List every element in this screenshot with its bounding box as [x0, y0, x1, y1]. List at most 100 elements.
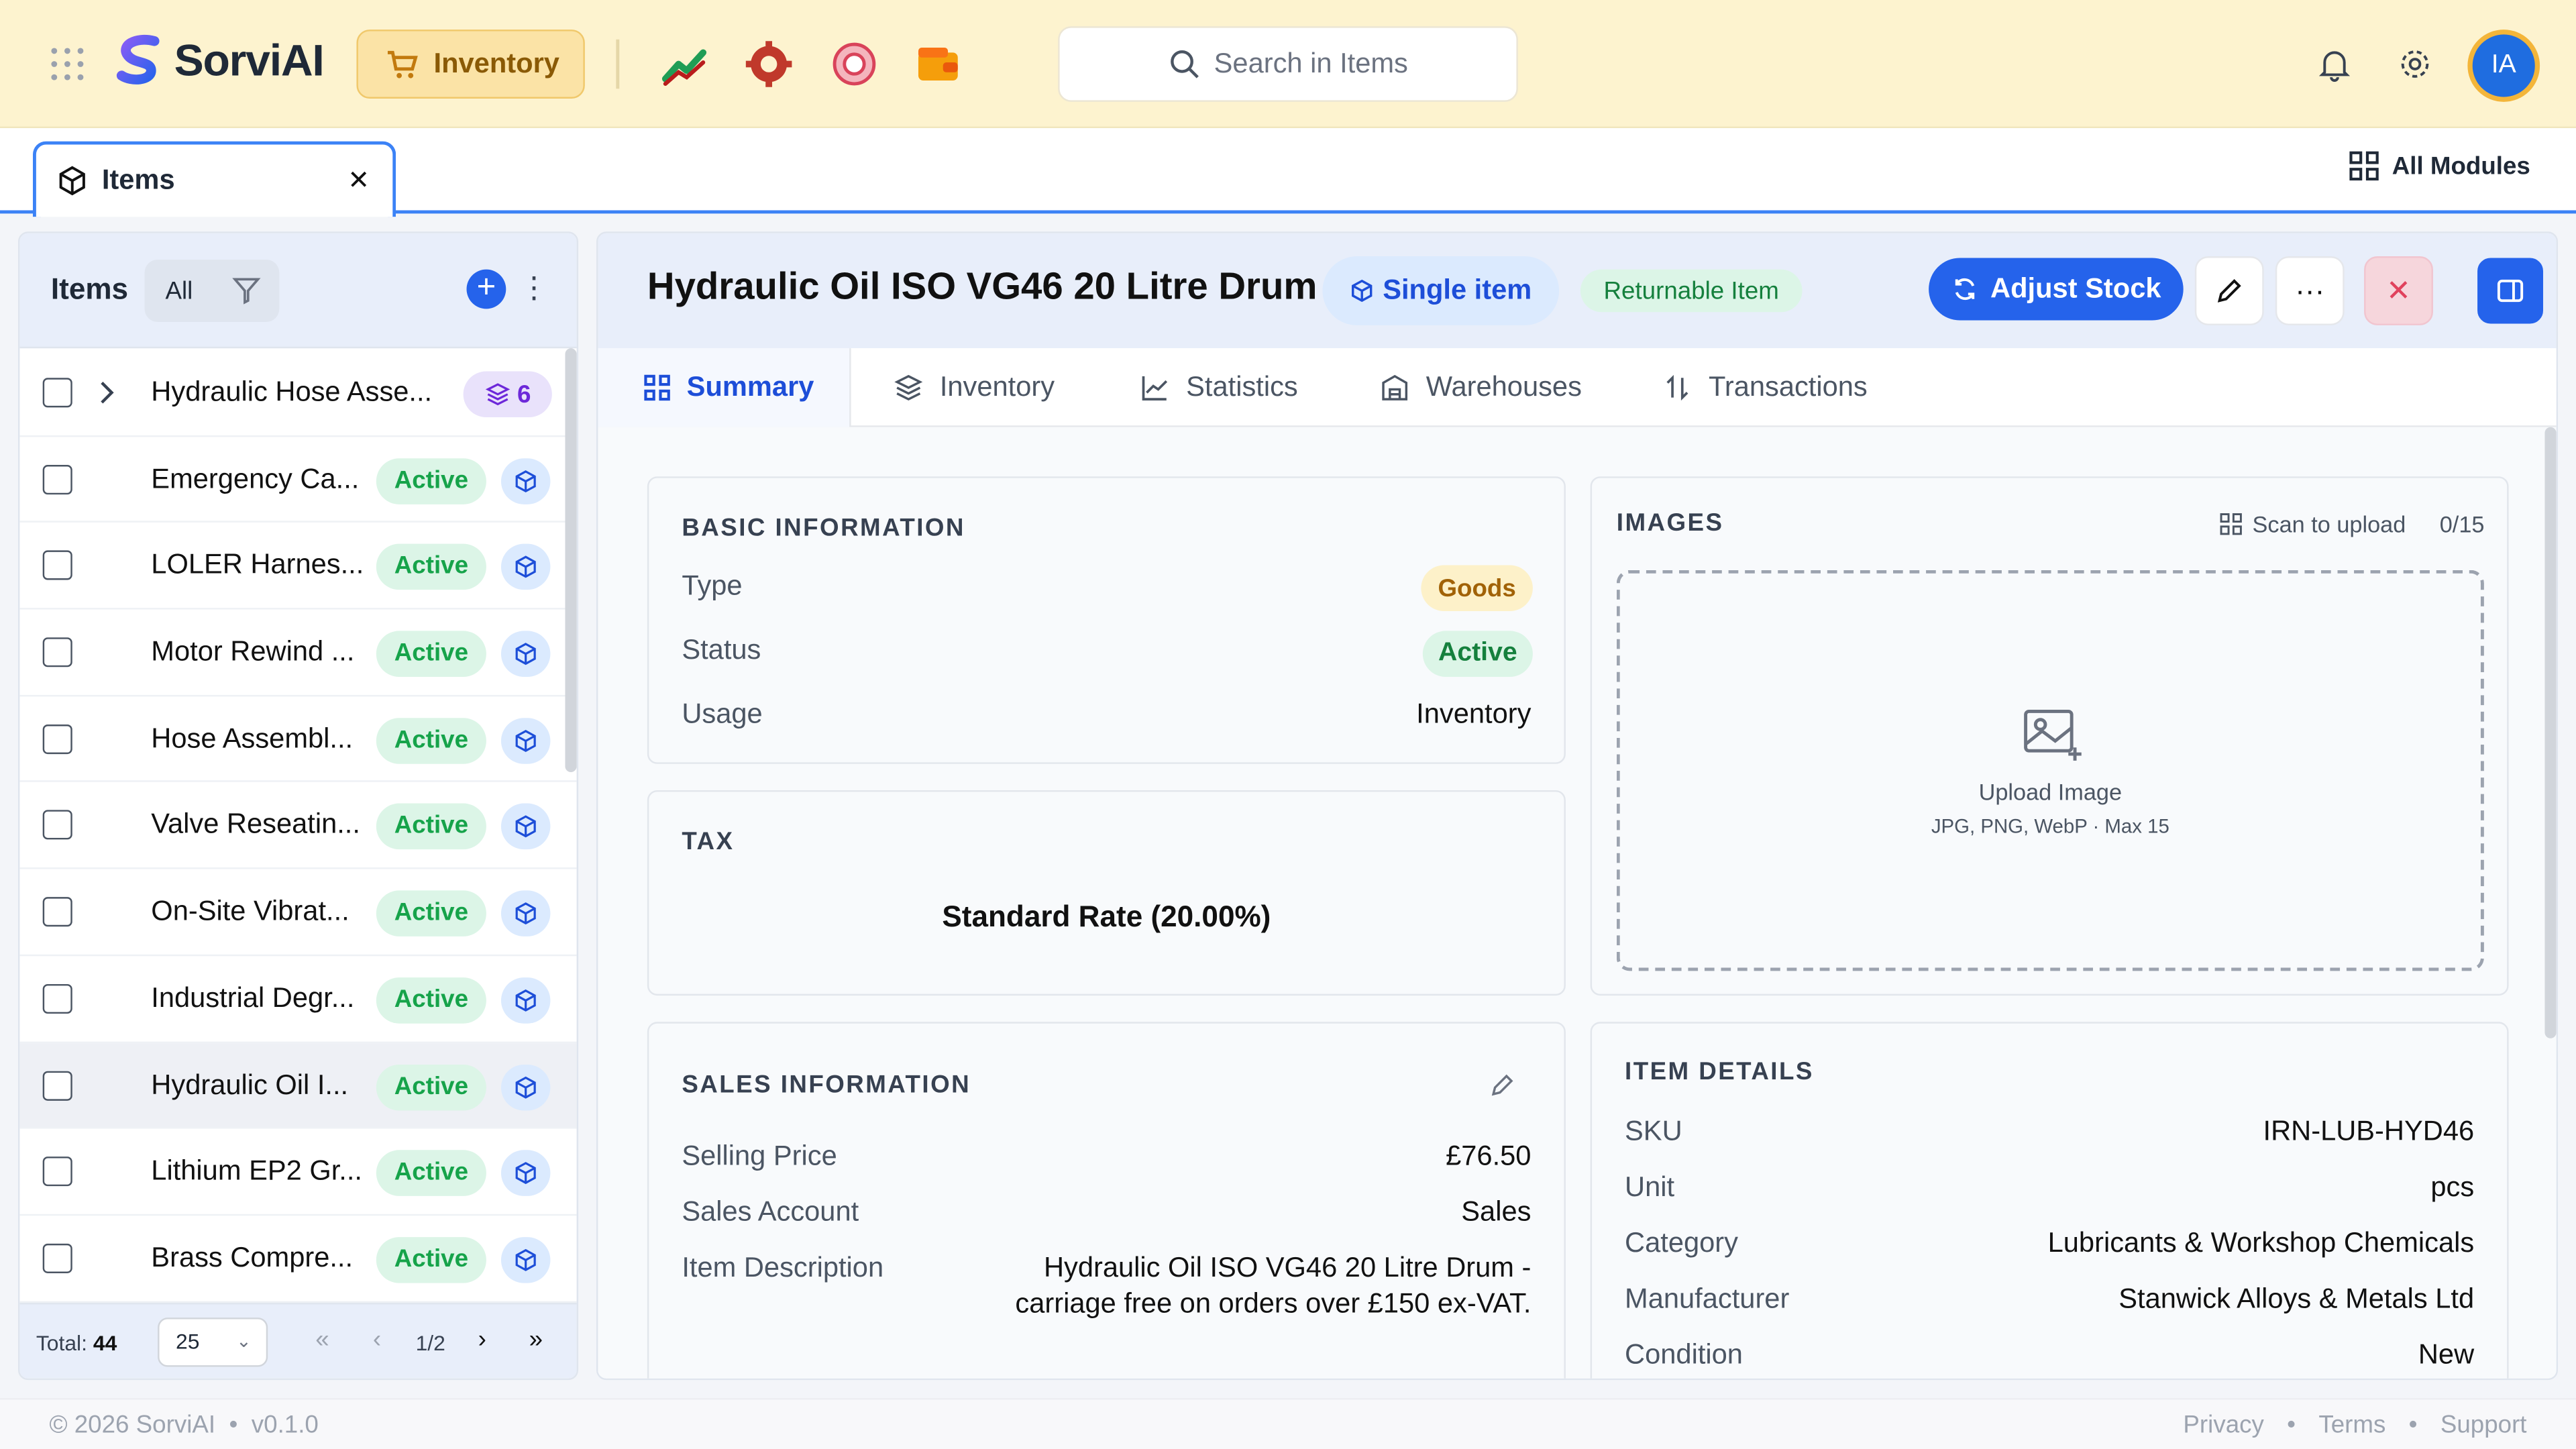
panel-icon	[2497, 279, 2524, 303]
image-upload-dropzone[interactable]: Upload Image JPG, PNG, WebP · Max 15	[1616, 570, 2484, 971]
grid-icon	[644, 374, 670, 401]
tab-inventory[interactable]: Inventory	[894, 348, 1055, 427]
tab-statistics[interactable]: Statistics	[1140, 348, 1298, 427]
sku-value: IRN-LUB-HYD46	[2263, 1115, 2475, 1147]
apps-grid-icon[interactable]	[49, 46, 85, 83]
tab-items[interactable]: Items ✕	[32, 141, 396, 217]
category-value: Lubricants & Workshop Chemicals	[2047, 1227, 2475, 1258]
support-link[interactable]: Support	[2440, 1411, 2527, 1440]
adjust-stock-button[interactable]: Adjust Stock	[1929, 258, 2184, 321]
unit-value: pcs	[2430, 1171, 2475, 1203]
row-checkbox[interactable]	[42, 551, 72, 581]
add-item-button[interactable]: +	[466, 269, 506, 309]
row-checkbox[interactable]	[42, 637, 72, 667]
list-item[interactable]: Industrial Degr... Active	[19, 956, 577, 1042]
list-item[interactable]: Hose Assembl... Active	[19, 696, 577, 783]
module-switch-button[interactable]: Inventory	[356, 30, 585, 99]
page-indicator: 1/2	[415, 1330, 445, 1356]
item-details-card: ITEM DETAILS SKU IRN-LUB-HYD46 Unit pcs …	[1590, 1022, 2509, 1379]
total-value: 44	[93, 1330, 117, 1356]
row-checkbox[interactable]	[42, 1070, 72, 1100]
item-kind-badge: Single item	[1322, 256, 1560, 325]
row-checkbox[interactable]	[42, 464, 72, 494]
search-input[interactable]: Search in Items	[1058, 26, 1518, 102]
filter-icon[interactable]	[213, 274, 279, 307]
refresh-icon	[1954, 278, 1974, 301]
image-count: 0/15	[2439, 511, 2485, 537]
status-badge: Active	[376, 544, 486, 591]
layers-icon	[894, 374, 923, 401]
list-item[interactable]: Emergency Ca... Active	[19, 437, 577, 523]
toggle-sidebar-button[interactable]	[2477, 258, 2544, 324]
single-item-icon	[500, 458, 551, 504]
prev-page-icon[interactable]: ‹	[373, 1326, 381, 1354]
list-scrollbar[interactable]	[565, 348, 577, 773]
privacy-link[interactable]: Privacy	[2183, 1411, 2263, 1440]
all-modules-button[interactable]: All Modules	[2349, 151, 2530, 181]
pagination-bar: Total: 44 25 ⌄ « ‹ 1/2 › »	[19, 1303, 577, 1379]
status-badge: Active	[1422, 631, 1533, 677]
tab-transactions[interactable]: Transactions	[1662, 348, 1868, 427]
list-item[interactable]: Valve Reseatin... Active	[19, 783, 577, 869]
last-page-icon[interactable]: »	[529, 1326, 543, 1354]
app-logo[interactable]: SorviAI	[112, 33, 325, 89]
item-name: Emergency Ca...	[151, 462, 360, 494]
category-label: Category	[1625, 1227, 1738, 1258]
item-name: Hydraulic Hose Asse...	[151, 376, 433, 408]
list-item[interactable]: LOLER Harnes... Active	[19, 523, 577, 610]
list-item[interactable]: Lithium EP2 Gr... Active	[19, 1129, 577, 1216]
sku-label: SKU	[1625, 1115, 1682, 1147]
list-item[interactable]: Motor Rewind ... Active	[19, 610, 577, 696]
page-size-select[interactable]: 25 ⌄	[158, 1318, 268, 1367]
chevron-right-icon[interactable]	[95, 378, 118, 407]
footer-links: Privacy • Terms • Support	[2183, 1411, 2526, 1440]
more-actions-button[interactable]: ···	[2275, 256, 2345, 325]
row-checkbox[interactable]	[42, 1243, 72, 1273]
single-item-icon	[500, 890, 551, 937]
terms-link[interactable]: Terms	[2318, 1411, 2385, 1440]
card-title: SALES INFORMATION	[682, 1071, 971, 1099]
scan-to-upload-button[interactable]: Scan to upload	[2220, 511, 2406, 537]
row-checkbox[interactable]	[42, 897, 72, 927]
copyright: © 2026 SorviAI	[49, 1411, 216, 1440]
tax-card: TAX Standard Rate (20.00%)	[647, 790, 1566, 996]
tab-summary[interactable]: Summary	[598, 348, 851, 427]
close-detail-button[interactable]: ✕	[2364, 256, 2433, 325]
list-item[interactable]: Brass Compre... Active	[19, 1216, 577, 1302]
tab-warehouses[interactable]: Warehouses	[1380, 348, 1582, 427]
first-page-icon[interactable]: «	[315, 1326, 329, 1354]
sales-chart-icon[interactable]	[660, 40, 709, 89]
gear-tools-icon[interactable]	[744, 40, 793, 89]
badge-award-icon[interactable]	[830, 40, 879, 89]
pencil-icon[interactable]	[1490, 1071, 1516, 1097]
status-badge: Active	[376, 977, 486, 1024]
line-chart-icon	[1142, 376, 1168, 400]
single-item-icon	[500, 977, 551, 1024]
list-item[interactable]: On-Site Vibrat... Active	[19, 869, 577, 956]
list-filter-group: All	[144, 259, 280, 323]
row-checkbox[interactable]	[42, 983, 72, 1014]
list-item-selected[interactable]: Hydraulic Oil I... Active	[19, 1042, 577, 1129]
user-avatar[interactable]: IA	[2467, 30, 2540, 102]
row-checkbox[interactable]	[42, 378, 72, 408]
next-page-icon[interactable]: ›	[478, 1326, 486, 1354]
list-title: Items	[50, 272, 129, 306]
edit-item-button[interactable]	[2194, 256, 2264, 325]
row-checkbox[interactable]	[42, 724, 72, 754]
single-item-icon	[500, 804, 551, 851]
row-checkbox[interactable]	[42, 1157, 72, 1187]
list-more-icon[interactable]: ⋮	[519, 270, 549, 306]
module-label: Inventory	[433, 48, 559, 79]
item-detail-panel: Hydraulic Oil ISO VG46 20 Litre Drum Sin…	[596, 231, 2559, 1381]
list-item[interactable]: Hydraulic Hose Asse... 6	[19, 350, 577, 437]
tab-label: Statistics	[1186, 371, 1298, 403]
row-checkbox[interactable]	[42, 810, 72, 841]
status-badge: Active	[376, 1063, 486, 1110]
filter-all-button[interactable]: All	[145, 277, 214, 305]
wallet-icon[interactable]	[914, 40, 963, 89]
more-icon: ···	[2295, 274, 2325, 307]
detail-scrollbar[interactable]	[2544, 427, 2557, 1038]
close-tab-icon[interactable]: ✕	[347, 164, 370, 197]
bell-icon[interactable]	[2316, 46, 2353, 83]
gear-icon[interactable]	[2397, 46, 2433, 83]
